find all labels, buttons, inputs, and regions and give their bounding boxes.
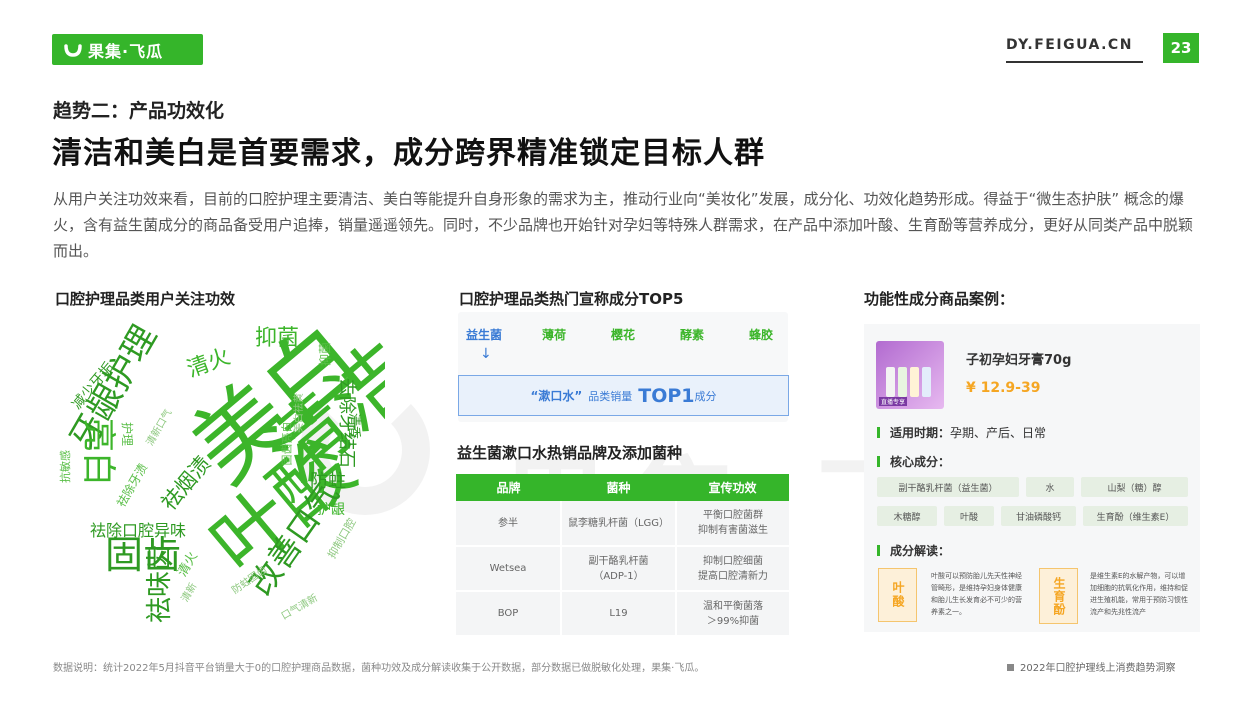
word-cloud: 美白 清洁 叶酸 牙龈护理 固齿 亮白 改善口气 祛除口腔异味 祛烟渍 祛味齿 … xyxy=(55,318,385,638)
table-header: 品牌 xyxy=(456,474,561,501)
ingredient-chip: 生育酚（维生素E） xyxy=(1083,506,1188,526)
nutrient-desc: 是维生素E的水解产物，可以增加细胞的抗氧化作用，维持和促进生殖机能，常用于预防习… xyxy=(1090,572,1188,616)
table-cell: 鼠李糖乳杆菌（LGG） xyxy=(561,501,677,547)
top5-item-sakura: 樱花 xyxy=(611,328,636,342)
cloud-word: 护理 xyxy=(120,421,135,447)
ingredient-chip: 木糖醇 xyxy=(877,506,937,526)
period-value: 孕期、产后、日常 xyxy=(950,426,1047,440)
tube-shape xyxy=(922,367,931,397)
ingredient-chip: 叶酸 xyxy=(944,506,994,526)
site-url[interactable]: DY.FEIGUA.CN xyxy=(1006,37,1133,53)
cloud-word: 口气清新 xyxy=(279,592,320,623)
top5-item-probiotic: 益生菌 xyxy=(466,328,503,342)
table-cell: L19 xyxy=(561,591,677,637)
table-cell: BOP xyxy=(456,591,562,637)
table-cell: 温和平衡菌落 ＞99%抑菌 xyxy=(676,591,789,637)
table-header: 菌种 xyxy=(561,474,676,501)
square-bullet-icon xyxy=(1007,664,1014,671)
table-header: 宣传功效 xyxy=(676,474,789,501)
page-number: 23 xyxy=(1163,33,1199,63)
cloud-word: 防蛀 xyxy=(310,471,346,492)
nutrient-badge-tocopherol: 生育酚 xyxy=(1039,568,1078,624)
probiotic-brand-table: 品牌 菌种 宣传功效 参半 鼠李糖乳杆菌（LGG） 平衡口腔菌群 抑制有害菌滋生… xyxy=(456,474,789,637)
table-heading: 益生菌漱口水热销品牌及添加菌种 xyxy=(457,444,683,462)
tube-shape xyxy=(898,367,907,397)
top5-item-enzyme: 酵素 xyxy=(680,328,705,342)
table-cell: 抑制口腔细菌 提高口腔清新力 xyxy=(676,546,789,592)
brand-logo[interactable]: 果集·飞瓜 xyxy=(52,34,203,65)
top1-callout: “漱口水” 品类销量 TOP1 成分 xyxy=(458,375,789,416)
core-label: 核心成分： xyxy=(890,455,951,469)
site-url-underline xyxy=(1006,61,1143,63)
nutrient-name: 叶酸 xyxy=(891,581,905,609)
word-cloud-heading: 口腔护理品类用户关注功效 xyxy=(55,290,236,308)
period-row: 适用时期：孕期、产后、日常 xyxy=(877,424,1046,441)
nutrient-badge-folic-acid: 叶酸 xyxy=(878,568,917,622)
cloud-word: 抗敏感 xyxy=(59,450,72,483)
report-title: 2022年口腔护理线上消费趋势洞察 xyxy=(1020,663,1176,674)
cloud-word: 抑菌 xyxy=(318,341,333,367)
ingredient-chip: 水 xyxy=(1026,477,1074,497)
callout-metric: 品类销量 xyxy=(588,389,633,403)
product-image[interactable]: 直播专享 xyxy=(876,341,944,409)
callout-suffix: 成分 xyxy=(694,389,717,403)
ingredient-chip: 山梨（糖）醇 xyxy=(1081,477,1188,497)
cloud-word: 祛除牙渍 xyxy=(114,460,151,510)
core-row: 核心成分： xyxy=(877,453,950,470)
table-cell: Wetsea xyxy=(456,546,562,592)
cloud-word: 祛烟渍 xyxy=(156,451,216,516)
callout-rank: TOP1 xyxy=(638,384,695,407)
cloud-word: 祛除口腔异味 xyxy=(90,521,187,540)
product-image-tag: 直播专享 xyxy=(879,397,908,406)
ingredient-chip: 甘油磷酸钙 xyxy=(1001,506,1076,526)
cloud-word: 清新口气 xyxy=(144,407,175,448)
top5-item-mint: 薄荷 xyxy=(542,328,567,342)
table-cell: 参半 xyxy=(456,501,562,547)
nutrient-desc: 叶酸可以预防胎儿先天性神经管畸形，是维持孕妇身体健康和胎儿生长发育必不可少的营养… xyxy=(931,572,1022,616)
down-arrow-icon: ↓ xyxy=(480,346,492,362)
trend-label: 趋势二：产品功效化 xyxy=(53,100,225,122)
data-footnote: 数据说明：统计2022年5月抖音平台销量大于0的口腔护理商品数据，菌种功效及成分… xyxy=(53,663,705,674)
cloud-word: 护龈 xyxy=(317,502,345,518)
cloud-word: 固齿亮白 xyxy=(280,421,294,466)
smile-logo-icon xyxy=(64,43,82,57)
ingredient-chip: 副干酪乳杆菌（益生菌） xyxy=(877,477,1019,497)
product-name[interactable]: 子初孕妇牙膏70g xyxy=(966,349,1071,368)
callout-category: “漱口水” xyxy=(530,389,583,403)
bar-marker xyxy=(877,427,880,438)
nutrient-name: 生育酚 xyxy=(1052,576,1066,616)
bar-marker xyxy=(877,545,880,556)
top5-heading: 口腔护理品类热门宣称成分TOP5 xyxy=(459,290,684,308)
product-price: ¥ 12.9-39 xyxy=(966,380,1041,396)
report-name: 2022年口腔护理线上消费趋势洞察 xyxy=(1007,659,1175,674)
page-title: 清洁和美白是首要需求，成分跨界精准锁定目标人群 xyxy=(52,136,765,171)
period-label: 适用时期： xyxy=(890,426,951,440)
intro-paragraph: 从用户关注功效来看，目前的口腔护理主要清洁、美白等能提升自身形象的需求为主，推动… xyxy=(53,190,1194,260)
top5-item-propolis: 蜂胶 xyxy=(749,328,774,342)
tube-shape xyxy=(886,367,895,397)
cloud-word: 美白祛黄 xyxy=(294,393,305,433)
cloud-word: 祛味齿 xyxy=(145,544,175,623)
table-cell: 平衡口腔菌群 抑制有害菌滋生 xyxy=(676,501,789,547)
table-row: 参半 鼠李糖乳杆菌（LGG） 平衡口腔菌群 抑制有害菌滋生 xyxy=(456,501,789,547)
cloud-word: 清香 xyxy=(346,413,361,440)
bar-marker xyxy=(877,456,880,467)
table-row: Wetsea 副干酪乳杆菌 （ADP-1） 抑制口腔细菌 提高口腔清新力 xyxy=(456,546,789,592)
analysis-row: 成分解读： xyxy=(877,542,950,559)
table-row: BOP L19 温和平衡菌落 ＞99%抑菌 xyxy=(456,591,789,637)
cloud-word: 抑菌 xyxy=(255,326,300,351)
tube-shape xyxy=(910,367,919,397)
cloud-word: 亮白 xyxy=(78,418,118,486)
case-heading: 功能性成分商品案例： xyxy=(864,290,1015,308)
logo-text: 果集·飞瓜 xyxy=(88,41,164,61)
table-cell: 副干酪乳杆菌 （ADP-1） xyxy=(561,546,677,592)
cloud-word: 清新 xyxy=(179,581,200,605)
analysis-label: 成分解读： xyxy=(890,544,951,558)
